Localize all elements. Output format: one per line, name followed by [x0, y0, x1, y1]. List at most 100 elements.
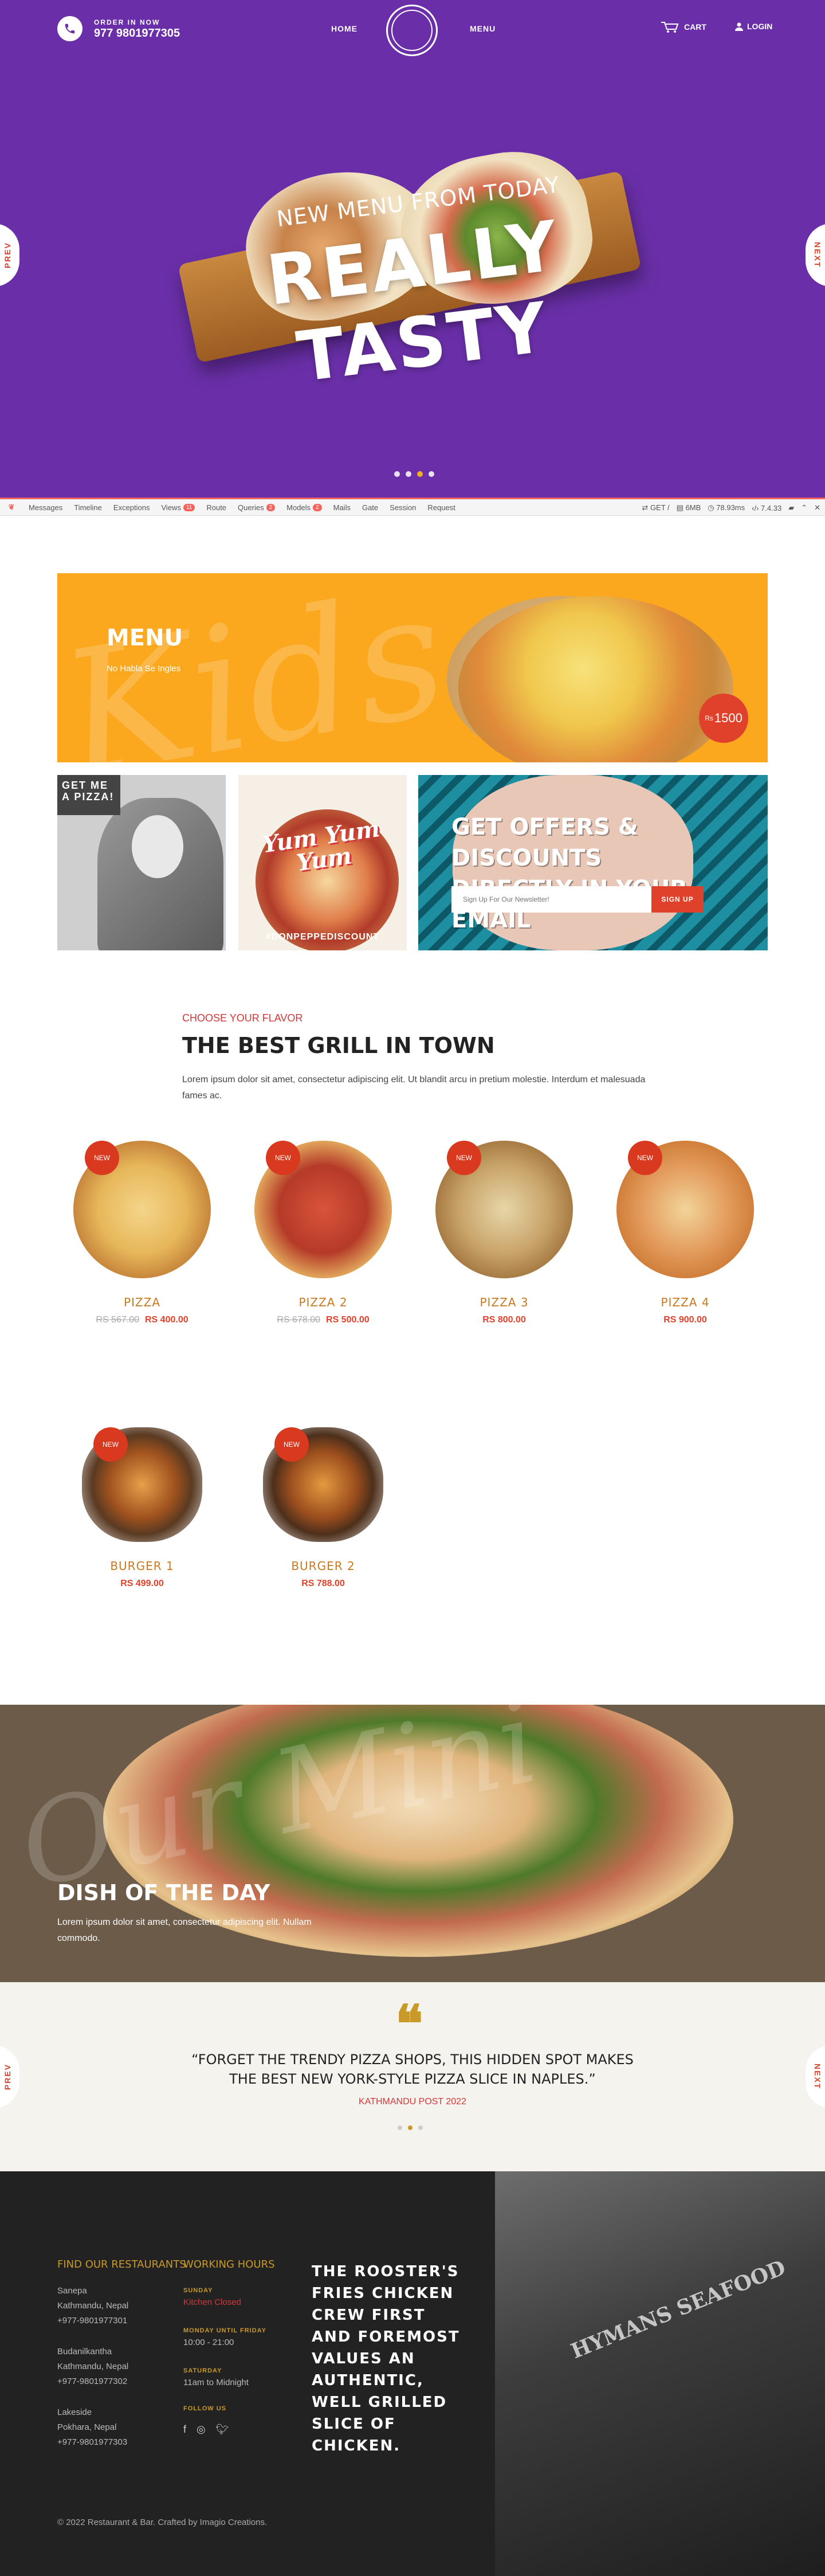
- dish-of-the-day: Our Mini DISH OF THE DAY Lorem ipsum dol…: [0, 1705, 825, 1982]
- product-name[interactable]: PIZZA: [68, 1295, 217, 1309]
- footer-tagline: THE ROOSTER'S FRIES CHICKEN CREW FIRST A…: [312, 2263, 460, 2454]
- section-eyebrow: CHOOSE YOUR FLAVOR: [182, 1012, 303, 1024]
- address-line3[interactable]: +977-9801977303: [57, 2435, 127, 2450]
- debugbar-time[interactable]: ◷ 78.93ms: [708, 503, 745, 512]
- twitter-icon[interactable]: 🐦︎: [216, 2424, 229, 2436]
- debugbar-route[interactable]: ⇄ GET /: [642, 503, 669, 512]
- debugbar-tab[interactable]: Session: [384, 503, 422, 512]
- debugbar-tab-label: Session: [390, 503, 417, 512]
- phone-icon[interactable]: [57, 16, 82, 41]
- section-description: Lorem ipsum dolor sit amet, consectetur …: [182, 1075, 646, 1101]
- newsletter-email-input[interactable]: [451, 886, 652, 913]
- kids-menu-subtitle: No Habla Se Ingles: [107, 664, 181, 674]
- order-phone[interactable]: 977 9801977305: [94, 27, 180, 40]
- cart-label: CART: [684, 22, 706, 32]
- product-image[interactable]: NEW: [82, 1427, 202, 1542]
- slider-prev-label: PREV: [3, 241, 12, 269]
- slider-prev-button[interactable]: PREV: [0, 224, 19, 287]
- debugbar-tab[interactable]: Models 2: [281, 503, 327, 512]
- new-badge: NEW: [447, 1141, 481, 1175]
- testimonial-prev-label: PREV: [3, 2063, 12, 2090]
- price-currency: Rs: [705, 714, 713, 722]
- nav-menu-link[interactable]: MENU: [470, 24, 496, 33]
- debugbar-tab[interactable]: Messages: [23, 503, 68, 512]
- testimonial-dot[interactable]: [398, 2125, 402, 2130]
- cart-icon: [661, 22, 679, 33]
- debugbar-tab[interactable]: Queries 2: [232, 503, 281, 512]
- slider-next-button[interactable]: NEXT: [806, 224, 825, 287]
- product-card[interactable]: NEW PIZZA 4 RS 900.00: [611, 1141, 760, 1325]
- testimonial-dot[interactable]: [408, 2125, 412, 2130]
- debugbar-tab[interactable]: Route: [201, 503, 232, 512]
- slider-dot[interactable]: [394, 471, 400, 477]
- debugbar-tab[interactable]: Timeline: [68, 503, 108, 512]
- product-card[interactable]: NEW PIZZA 2 RS 678.00 RS 500.00: [249, 1141, 398, 1325]
- product-image[interactable]: NEW: [263, 1427, 383, 1542]
- product-image[interactable]: NEW: [254, 1141, 392, 1278]
- follow-label: FOLLOW US: [183, 2405, 226, 2412]
- product-card[interactable]: NEW PIZZA 3 RS 800.00: [430, 1141, 579, 1325]
- product-name[interactable]: BURGER 1: [68, 1559, 217, 1573]
- cart-button[interactable]: CART: [660, 21, 706, 33]
- address-line3[interactable]: +977-9801977301: [57, 2313, 128, 2328]
- debugbar-tab[interactable]: Views 11: [156, 503, 201, 512]
- slider-dot[interactable]: [417, 471, 423, 477]
- product-name[interactable]: PIZZA 4: [611, 1295, 760, 1309]
- product-card[interactable]: NEW BURGER 2 RS 788.00: [249, 1410, 398, 1589]
- new-badge: NEW: [628, 1141, 662, 1175]
- slider-dot[interactable]: [406, 471, 411, 477]
- new-badge: NEW: [85, 1141, 119, 1175]
- product-price: RS 678.00 RS 500.00: [249, 1315, 398, 1325]
- login-button[interactable]: LOGIN: [734, 22, 772, 31]
- restaurants-heading: FIND OUR RESTAURANTS: [57, 2258, 186, 2270]
- product-current-price: RS 499.00: [120, 1579, 164, 1588]
- close-icon[interactable]: ✕: [814, 503, 820, 512]
- debugbar-tab[interactable]: Gate: [356, 503, 384, 512]
- product-card[interactable]: NEW PIZZA RS 567.00 RS 400.00: [68, 1141, 217, 1325]
- hours-label: SATURDAY: [183, 2367, 222, 2374]
- address-line3[interactable]: +977-9801977302: [57, 2374, 128, 2389]
- instagram-icon[interactable]: ◎: [197, 2424, 206, 2436]
- restaurant-address: Sanepa Kathmandu, Nepal +977-9801977301: [57, 2284, 128, 2328]
- debugbar-tab-label: Mails: [333, 503, 351, 512]
- chevron-up-icon[interactable]: ⌃: [801, 503, 807, 512]
- product-current-price: RS 400.00: [145, 1315, 188, 1325]
- logo-emblem: [391, 10, 433, 51]
- product-name[interactable]: PIZZA 3: [430, 1295, 579, 1309]
- nav-home-link[interactable]: HOME: [331, 24, 358, 33]
- debugbar-tab[interactable]: Exceptions: [108, 503, 156, 512]
- product-image[interactable]: NEW: [616, 1141, 754, 1278]
- kids-menu-banner[interactable]: Kids MENU No Habla Se Ingles Rs 1500: [57, 573, 768, 762]
- debugbar-tab[interactable]: Mails: [328, 503, 356, 512]
- testimonial-prev-button[interactable]: PREV: [0, 2045, 19, 2108]
- comic-speech-bubble: GET ME A PIZZA!: [57, 775, 120, 815]
- debugbar-stats: ⇄ GET / ▤ 6MB ◷ 78.93ms ‹/› 7.4.33 ▰ ⌃ ✕: [642, 499, 820, 516]
- hours-value: Kitchen Closed: [183, 2297, 241, 2307]
- new-badge: NEW: [93, 1427, 128, 1462]
- product-name[interactable]: BURGER 2: [249, 1559, 398, 1573]
- product-name[interactable]: PIZZA 2: [249, 1295, 398, 1309]
- newsletter-signup-button[interactable]: SIGN UP: [651, 886, 704, 913]
- slider-dot[interactable]: [429, 471, 434, 477]
- product-current-price: RS 500.00: [326, 1315, 370, 1325]
- site-logo[interactable]: [386, 5, 438, 56]
- product-card[interactable]: NEW BURGER 1 RS 499.00: [68, 1410, 217, 1589]
- folder-icon[interactable]: ▰: [788, 503, 794, 512]
- hours-value: 11am to Midnight: [183, 2378, 249, 2387]
- debugbar-tab-label: Messages: [29, 503, 63, 512]
- newsletter-title: GET OFFERS & DISCOUNTS DIRECTLY IN YOUR …: [451, 812, 768, 935]
- facebook-icon[interactable]: f: [183, 2424, 186, 2436]
- hours-label: MONDAY UNTIL FRIDAY: [183, 2327, 266, 2334]
- debugbar-tab[interactable]: Request: [422, 503, 461, 512]
- testimonial-dot[interactable]: [418, 2125, 423, 2130]
- testimonial-next-button[interactable]: NEXT: [806, 2045, 825, 2108]
- product-price: RS 900.00: [611, 1315, 760, 1325]
- debugbar-logo-icon[interactable]: ❦: [0, 503, 23, 512]
- promo-comic-card[interactable]: GET ME A PIZZA!: [57, 775, 226, 950]
- promo-yum-card[interactable]: Yum Yum Yum #DONPEPPEDISCOUNT: [238, 775, 407, 950]
- newsletter-title-line1: GET OFFERS & DISCOUNTS: [451, 814, 638, 871]
- product-image[interactable]: NEW: [435, 1141, 573, 1278]
- debugbar-memory[interactable]: ▤ 6MB: [677, 503, 701, 512]
- product-image[interactable]: NEW: [73, 1141, 211, 1278]
- slider-next-label: NEXT: [813, 242, 822, 268]
